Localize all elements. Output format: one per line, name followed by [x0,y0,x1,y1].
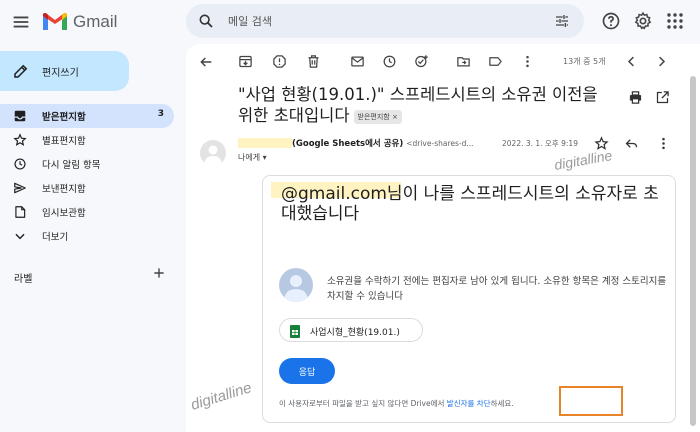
recipient-details-toggle[interactable]: 나에게 ▾ [238,152,267,163]
sender-address: <drive-shares-d... [406,139,474,148]
highlight-annotation [559,386,623,416]
labels-section-title: 라벨 [14,274,33,285]
google-sheets-icon [290,325,300,338]
unread-count: 3 [157,109,164,119]
chevron-left-icon[interactable] [624,54,639,69]
sidebar-item-drafts[interactable]: 임시보관함 [0,200,174,224]
sidebar-item-sent[interactable]: 보낸편지함 [0,176,174,200]
gmail-logo[interactable]: Gmail [42,11,117,33]
star-icon[interactable] [594,136,609,151]
gmail-m-icon [43,13,67,30]
respond-button[interactable]: 응답 [279,358,335,384]
more-vert-icon[interactable] [520,54,535,69]
more-vert-icon[interactable] [656,136,671,151]
report-spam-icon[interactable] [272,54,287,69]
owner-avatar [279,268,313,302]
sidebar-item-label: 다시 알림 항목 [42,160,101,171]
inbox-label-chip[interactable]: 받은편지함 × [353,109,402,124]
compose-label: 편지쓰기 [42,68,79,79]
sidebar-item-label: 받은편지함 [42,112,86,123]
search-icon[interactable] [198,13,214,29]
sender-avatar[interactable] [200,140,226,166]
invitation-title: @gmail.com님이 나를 스프레드시트의 소유자로 초대했습니다 [281,184,659,224]
file-chip[interactable]: 사업시형_현황(19.01.) [279,318,423,342]
message-view: 13개 중 5개 "사업 현황(19.01.)" 스프레드시트의 소유권 이전을… [186,44,700,432]
clock-icon [13,157,27,171]
message-date: 2022. 3. 1. 오후 9:19 [502,139,578,148]
scrollbar-thumb[interactable] [690,76,696,426]
sender-info[interactable]: (Google Sheets에서 공유) <drive-shares-d... [292,137,474,149]
draft-icon [13,205,27,219]
block-sender-notice: 이 사용자로부터 파일을 받고 싶지 않다면 Drive에서 발신자를 차단하세… [279,398,514,409]
search-options-icon[interactable] [554,13,570,29]
archive-icon[interactable] [238,54,253,69]
label-icon[interactable] [488,54,503,69]
print-icon[interactable] [628,90,643,105]
email-subject: "사업 현황(19.01.)" 스프레드시트의 소유권 이전을 위한 초대입니다… [238,84,598,126]
invitation-body: 소유권을 수락하기 전에는 편집자로 남아 있게 됩니다. 소유한 항목은 계정… [327,276,667,302]
top-bar: Gmail [0,0,700,44]
file-name: 사업시형_현황(19.01.) [310,328,400,338]
redacted-sender-name [238,138,292,148]
sidebar-item-snoozed[interactable]: 다시 알림 항목 [0,152,174,176]
snooze-icon[interactable] [382,54,397,69]
respond-button-label: 응답 [298,368,316,378]
sidebar-item-inbox[interactable]: 받은편지함 3 [0,104,174,128]
sidebar-item-label: 보낸편지함 [42,184,86,195]
search-bar[interactable] [186,4,584,38]
gmail-wordmark: Gmail [73,12,118,31]
ownership-invitation-card: @gmail.com님이 나를 스프레드시트의 소유자로 초대했습니다 소유권을… [262,175,676,423]
apps-grid-icon[interactable] [666,12,684,30]
open-in-new-window-icon[interactable] [655,90,670,105]
pencil-icon [12,62,30,80]
add-to-tasks-icon[interactable] [414,54,429,69]
help-icon[interactable] [601,11,621,31]
move-to-icon[interactable] [456,54,471,69]
mark-unread-icon[interactable] [350,54,365,69]
remove-label-icon[interactable]: × [392,113,398,121]
chevron-down-icon [13,229,27,243]
settings-gear-icon[interactable] [633,11,653,31]
sidebar-item-label: 별표편지함 [42,136,86,147]
subject-text: "사업 현황(19.01.)" 스프레드시트의 소유권 이전을 위한 초대입니다 [238,85,598,125]
chevron-right-icon[interactable] [654,54,669,69]
sidebar-item-more[interactable]: 더보기 [0,224,174,248]
delete-icon[interactable] [306,54,321,69]
sidebar-item-label: 더보기 [42,232,69,243]
main-menu-icon[interactable] [10,11,32,33]
block-sender-link[interactable]: 발신자를 차단 [447,399,491,408]
inbox-chip-label: 받은편지함 [357,112,390,121]
star-icon [13,133,27,147]
sidebar-item-label: 임시보관함 [42,208,86,219]
search-input[interactable] [228,4,528,38]
watermark: digitalline [188,379,254,414]
send-icon [13,181,27,195]
add-label-icon[interactable] [152,266,166,280]
sender-name: (Google Sheets에서 공유) [292,139,404,149]
compose-button[interactable]: 편지쓰기 [0,51,129,91]
page-count: 13개 중 5개 [563,57,606,66]
footer-prefix: 이 사용자로부터 파일을 받고 싶지 않다면 Drive에서 [279,399,447,408]
sidebar-item-starred[interactable]: 별표편지함 [0,128,174,152]
inbox-icon [13,109,27,123]
reply-icon[interactable] [624,136,639,151]
back-arrow-icon[interactable] [198,54,214,70]
footer-suffix: 하세요. [490,399,514,408]
